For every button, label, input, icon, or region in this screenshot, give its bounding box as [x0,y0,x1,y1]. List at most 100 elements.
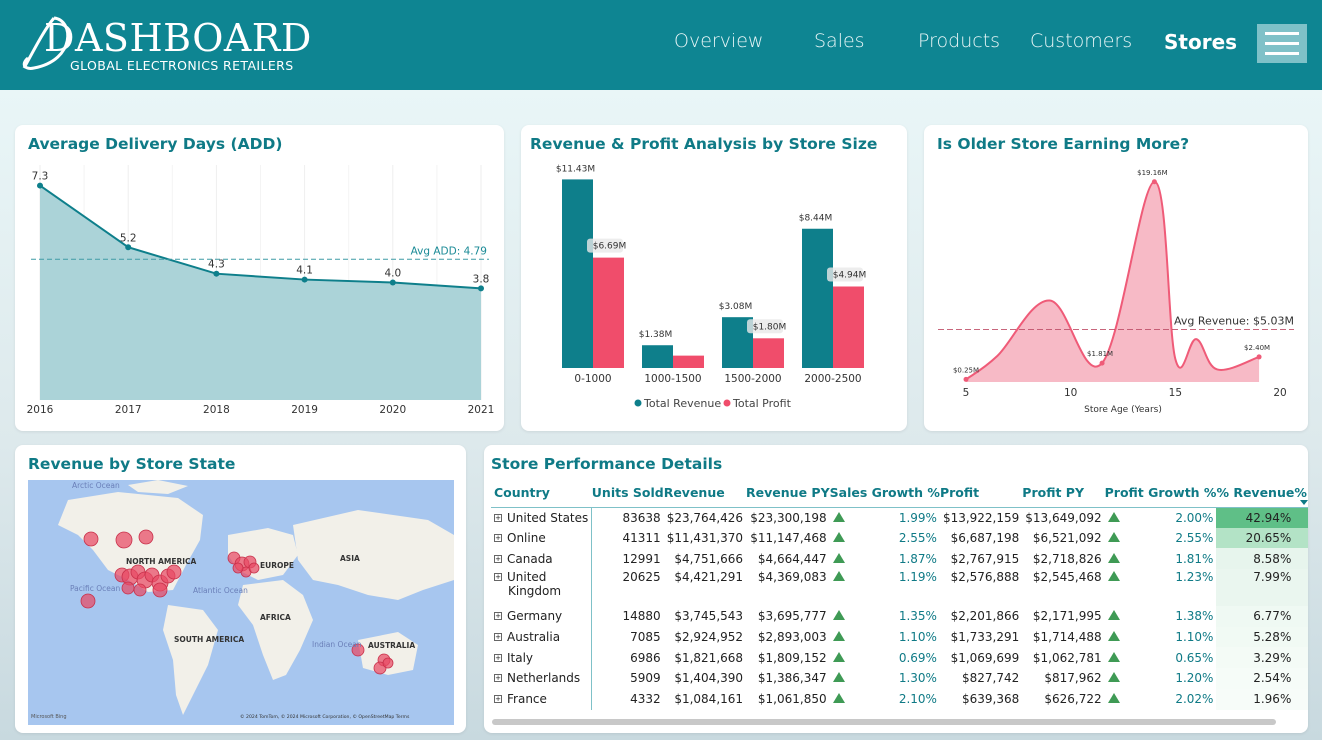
nav-customers[interactable]: Customers [1030,30,1132,52]
expand-icon[interactable]: + [494,653,502,662]
country-name-line2: Kingdom [508,584,562,599]
add-data-label: 7.3 [32,171,49,183]
map-label-africa: AFRICA [260,613,291,622]
nav-overview[interactable]: Overview [674,30,763,52]
table-row[interactable]: + France 4332 $1,084,161 $1,061,850 2.10% $639… [491,688,1308,710]
cell-country: + United States [491,507,593,528]
add-chart-card: Average Delivery Days (ADD) Avg ADD: 4.7… [15,125,504,431]
map-bubble[interactable] [83,531,99,547]
horizontal-scrollbar[interactable] [492,719,1276,725]
map-bubble[interactable] [382,657,394,669]
bar-data-label: $8.44M [799,214,833,224]
country-name: Canada [507,551,553,566]
bar-data-label: $11.43M [556,164,595,174]
map-bubble[interactable] [80,593,96,609]
bar-data-label: $1.38M [639,330,673,340]
col-units-sold[interactable]: Units Sold [591,481,664,508]
age-data-label: $19.16M [1137,169,1168,177]
sales-growth-value: 1.30% [898,671,937,686]
revenue-map[interactable]: Arctic Ocean NORTH AMERICA EUROPE ASIA P… [28,480,454,725]
up-triangle-icon [1107,552,1120,563]
table-row[interactable]: + Australia 7085 $2,924,952 $2,893,003 1.10% $… [491,626,1308,648]
cell-sales-growth: 1.87% [830,548,940,569]
cell-pct-revenue: 2.54% [1216,668,1295,689]
map-bubble[interactable] [232,562,244,574]
col-revenue-py[interactable]: Revenue PY [746,481,830,508]
cell-profit: $1,069,699 [950,650,1020,665]
table-row[interactable]: + Netherlands 5909 $1,404,390 $1,386,347 1.30… [491,668,1308,689]
age-x-tick: 10 [1064,387,1077,399]
cell-pct-revenue: 7.99% [1216,569,1295,607]
cell-units: 6986 [630,650,661,665]
cell-profit: $2,767,915 [950,551,1020,566]
map-bubble[interactable] [121,581,135,595]
cell-units: 5909 [630,671,661,686]
up-triangle-icon [1107,532,1120,543]
cell-sales-growth: 2.55% [830,528,940,549]
bar-data-label: $4.94M [833,270,867,280]
cell-pct-profit: 1.97 [1294,688,1308,710]
bar-revenue [642,345,673,368]
cell-country: + France [491,688,593,710]
map-attribution[interactable]: © 2024 TomTom, © 2024 Microsoft Corporat… [240,713,410,720]
map-bubble[interactable] [133,583,147,597]
bar-data-label: $1.80M [753,322,787,332]
col-country[interactable]: Country [491,481,592,508]
profit-growth-value: 2.02% [1175,692,1214,707]
map-bubble[interactable] [248,562,260,574]
nav-products[interactable]: Products [918,30,1000,52]
hamburger-menu-button[interactable] [1257,24,1307,63]
map-bubble[interactable] [152,582,168,598]
expand-icon[interactable]: + [494,513,502,522]
table-row[interactable]: + United States 83638 $23,764,426 $23,300,19… [491,507,1308,528]
expand-icon[interactable]: + [494,633,502,642]
cell-pct-profit: 42.94 [1294,507,1308,528]
col-profit[interactable]: Profit [939,481,1023,508]
store-performance-card: Store Performance Details Country Units … [484,445,1308,733]
sales-growth-value: 1.35% [898,609,937,624]
store-size-card: Revenue & Profit Analysis by Store Size … [521,125,907,431]
table-row[interactable]: + United Kingdom 20625 $4,421,291 $4,369,083 1… [491,569,1308,607]
cell-country: + Online [491,527,593,549]
world-map: Arctic Ocean NORTH AMERICA EUROPE ASIA P… [31,480,454,720]
col-pct-profit[interactable]: % Profit [1294,481,1308,508]
col-pct-revenue[interactable]: % Revenue [1216,481,1295,508]
table-row[interactable]: + Canada 12991 $4,751,666 $4,664,447 1.87% $2,… [491,548,1308,570]
map-bubble[interactable] [166,564,182,580]
bar-data-label: $6.69M [593,242,627,252]
land-australia [358,632,418,675]
col-sales-growth[interactable]: Sales Growth % [829,481,940,508]
add-point [301,276,308,283]
table-body: + United States 83638 $23,764,426 $23,300,19… [491,507,1308,710]
col-profit-growth[interactable]: Profit Growth % [1104,481,1217,508]
table-row[interactable]: + Italy 6986 $1,821,668 $1,809,152 0.69% $1,06… [491,647,1308,669]
age-point [1099,360,1105,366]
nav-stores[interactable]: Stores [1164,30,1237,54]
cell-profit: $13,922,159 [942,510,1020,525]
expand-icon[interactable]: + [494,573,502,582]
table-row[interactable]: + Online 41311 $11,431,370 $11,147,468 2.55% $… [491,527,1308,549]
map-label-asia: ASIA [340,554,360,563]
col-revenue[interactable]: Revenue [663,481,747,508]
table-row[interactable]: + Germany 14880 $3,745,543 $3,695,777 1.35% $2… [491,606,1308,627]
expand-icon[interactable]: + [494,554,502,563]
cell-revenue-py: $4,369,083 [757,570,827,585]
cell-sales-growth: 1.30% [830,668,940,689]
expand-icon[interactable]: + [494,695,502,704]
map-bubble[interactable] [115,531,133,549]
cell-revenue: $3,745,543 [674,609,744,624]
avg-revenue-label: Avg Revenue: $5.03M [1174,314,1294,327]
profit-growth-value: 0.65% [1175,650,1214,665]
profit-growth-value: 1.23% [1175,570,1214,585]
cell-revenue-py: $1,386,347 [757,671,827,686]
nav-sales[interactable]: Sales [814,30,865,52]
col-profit-py[interactable]: Profit PY [1022,481,1105,508]
expand-icon[interactable]: + [494,674,502,683]
profit-growth-value: 1.10% [1175,630,1214,645]
map-bubble[interactable] [138,529,154,545]
store-size-chart: $11.43M $6.69M 0-1000 $1.38M 1000-1500 $3.08M… [556,164,867,410]
expand-icon[interactable]: + [494,612,502,621]
cell-profit-py: $817,962 [1044,671,1102,686]
cell-units: 14880 [622,609,661,624]
expand-icon[interactable]: + [494,534,502,543]
